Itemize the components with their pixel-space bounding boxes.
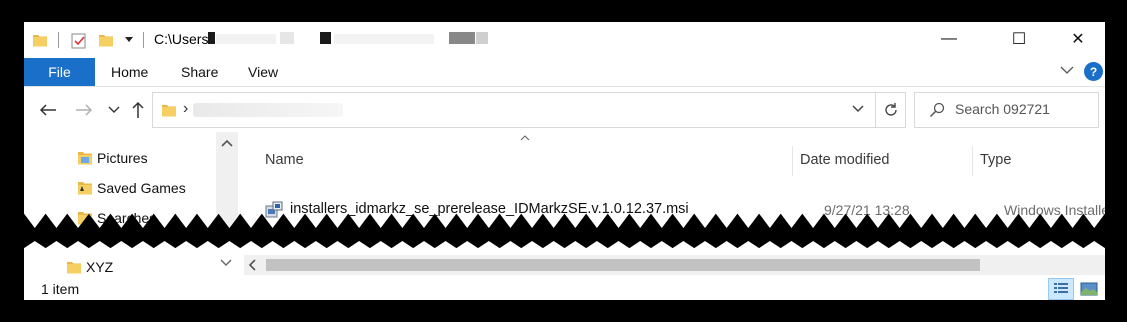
chevron-down-icon	[108, 106, 120, 113]
saved-games-folder-icon	[78, 182, 92, 195]
refresh-icon	[884, 103, 897, 116]
pictures-folder-icon	[78, 152, 92, 165]
details-view-button[interactable]	[1048, 278, 1074, 300]
nav-item-searches[interactable]: Searches	[76, 206, 156, 228]
status-bar: 1 item	[24, 277, 1105, 300]
column-header-date-modified[interactable]: Date modified	[800, 152, 889, 168]
window-title: C:\Users	[154, 31, 209, 47]
scrollbar-thumb[interactable]	[266, 259, 980, 271]
scroll-left-icon[interactable]	[248, 259, 258, 271]
maximize-button[interactable]: ☐	[996, 22, 1042, 56]
column-divider[interactable]	[972, 146, 973, 176]
nav-pane-scrollbar[interactable]	[216, 132, 238, 228]
column-header-name[interactable]: Name	[265, 152, 304, 168]
item-count: 1 item	[41, 281, 80, 297]
sort-ascending-icon	[520, 135, 530, 141]
folder-icon	[67, 262, 81, 274]
explorer-window-top: C:\Users — ☐ ✕ File Home Share View ? › …	[24, 22, 1105, 228]
redacted-block	[280, 32, 294, 44]
msi-installer-icon	[265, 201, 283, 218]
nav-item-saved-games[interactable]: Saved Games	[76, 176, 186, 200]
close-button[interactable]: ✕	[1055, 22, 1101, 56]
folder-icon[interactable]	[32, 32, 48, 48]
expand-ribbon-chevron-icon[interactable]	[1059, 64, 1075, 76]
folder-icon	[162, 105, 176, 117]
tab-share[interactable]: Share	[181, 64, 218, 80]
redacted-path	[193, 103, 343, 117]
help-button[interactable]: ?	[1084, 62, 1103, 81]
table-row[interactable]: installers_idmarkz_se_prerelease_IDMarkz…	[264, 198, 1105, 222]
nav-item-xyz[interactable]: XYZ	[66, 259, 113, 275]
redacted-block	[476, 32, 488, 44]
address-bar[interactable]: ›	[152, 92, 876, 128]
scroll-up-icon[interactable]	[220, 138, 234, 148]
refresh-button[interactable]	[876, 92, 906, 128]
tab-home[interactable]: Home	[111, 64, 148, 80]
nav-item-pictures[interactable]: Pictures	[76, 146, 148, 170]
file-type: Windows Installer ...	[1004, 202, 1105, 218]
tab-file[interactable]: File	[24, 58, 95, 86]
new-folder-icon[interactable]	[98, 32, 114, 48]
nav-item-label: Saved Games	[97, 180, 186, 196]
up-arrow-icon	[132, 101, 144, 118]
breadcrumb-separator[interactable]: ›	[183, 100, 188, 118]
horizontal-scrollbar[interactable]	[244, 255, 1105, 275]
address-history-chevron-icon[interactable]	[851, 104, 865, 114]
column-header-type[interactable]: Type	[980, 152, 1011, 168]
large-icons-view-button[interactable]	[1076, 278, 1102, 300]
redacted-block	[320, 32, 331, 44]
explorer-window-bottom: XYZ 1 item	[24, 241, 1105, 300]
navigation-pane: Pictures Saved Games Searches	[24, 132, 240, 228]
column-divider[interactable]	[792, 146, 793, 176]
close-icon: ✕	[1071, 31, 1085, 48]
redacted-block	[208, 32, 215, 44]
file-name: installers_idmarkz_se_prerelease_IDMarkz…	[290, 201, 689, 217]
title-divider	[143, 32, 144, 48]
maximize-icon: ☐	[1011, 31, 1027, 48]
back-button[interactable]	[38, 100, 58, 120]
nav-item-label: Pictures	[97, 150, 148, 166]
quick-access-divider	[58, 32, 59, 48]
searches-folder-icon	[78, 212, 92, 225]
back-arrow-icon	[39, 104, 56, 116]
nav-item-label: XYZ	[86, 259, 114, 275]
file-date-modified: 9/27/21 13:28	[824, 202, 910, 218]
redacted-block	[334, 34, 434, 44]
minimize-button[interactable]: —	[926, 22, 972, 56]
nav-item-label: Searches	[97, 210, 157, 226]
details-view-icon	[1054, 283, 1068, 293]
up-button[interactable]	[128, 100, 148, 120]
search-box[interactable]	[914, 92, 1099, 128]
forward-button[interactable]	[74, 100, 94, 120]
large-icons-view-icon	[1080, 282, 1098, 296]
minimize-icon: —	[941, 30, 957, 47]
forward-arrow-icon	[76, 104, 93, 116]
tab-view[interactable]: View	[248, 64, 278, 80]
title-bar: C:\Users — ☐ ✕	[24, 22, 1105, 58]
properties-icon[interactable]	[70, 32, 88, 50]
search-input[interactable]	[955, 101, 1095, 117]
file-list: Name Date modified Type installers_idmar…	[240, 132, 1105, 228]
redacted-block	[216, 34, 276, 44]
search-icon	[929, 102, 945, 118]
redacted-block	[449, 32, 475, 44]
ribbon-tabs: File Home Share View ?	[24, 58, 1105, 87]
customize-toolbar-chevron-icon[interactable]	[124, 36, 134, 44]
navigation-bar: ›	[24, 88, 1105, 132]
recent-locations-button[interactable]	[104, 100, 124, 120]
scroll-down-icon[interactable]	[220, 259, 232, 267]
